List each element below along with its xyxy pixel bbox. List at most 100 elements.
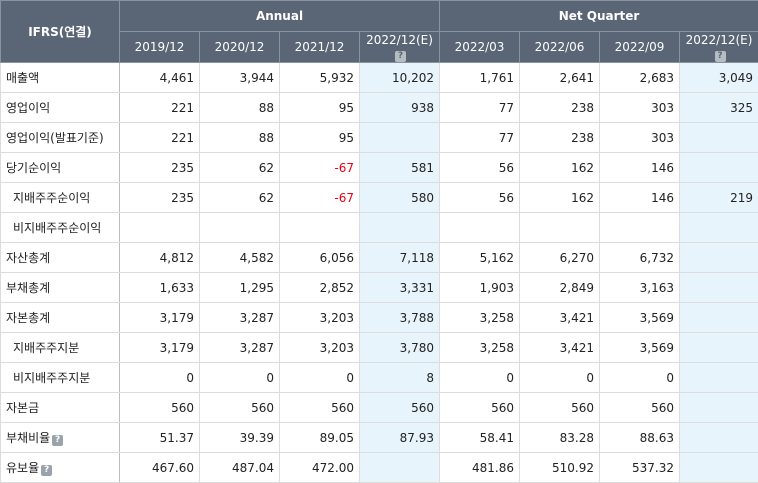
period-header: 2022/09 — [600, 32, 680, 63]
table-row: 비지배주주지분0008000 — [1, 363, 758, 393]
table-cell: 580 — [360, 183, 440, 213]
table-cell: 0 — [600, 363, 680, 393]
table-cell: 6,056 — [280, 243, 360, 273]
table-cell: 4,461 — [120, 63, 200, 93]
period-header: 2022/03 — [440, 32, 520, 63]
table-cell: 560 — [280, 393, 360, 423]
ifrs-header: IFRS(연결) — [1, 1, 120, 63]
table-cell: 62 — [200, 183, 280, 213]
table-cell: 1,761 — [440, 63, 520, 93]
table-cell: 162 — [520, 153, 600, 183]
table-cell: 221 — [120, 93, 200, 123]
table-cell: 3,780 — [360, 333, 440, 363]
table-row: 자산총계4,8124,5826,0567,1185,1626,2706,732 — [1, 243, 758, 273]
row-label: 유보율? — [1, 453, 120, 483]
table-cell: 3,421 — [520, 303, 600, 333]
table-cell: 1,633 — [120, 273, 200, 303]
table-row: 자본금560560560560560560560 — [1, 393, 758, 423]
row-label-text: 자본금 — [6, 401, 39, 415]
table-cell: 3,944 — [200, 63, 280, 93]
table-cell: 3,287 — [200, 333, 280, 363]
table-cell: 221 — [120, 123, 200, 153]
table-cell: 146 — [600, 153, 680, 183]
period-header-estimate: 2022/12(E)? — [360, 32, 440, 63]
table-cell: 8 — [360, 363, 440, 393]
table-cell — [680, 243, 758, 273]
table-cell: 5,162 — [440, 243, 520, 273]
row-label-text: 비지배주주지분 — [13, 371, 90, 385]
table-cell: 10,202 — [360, 63, 440, 93]
period-header: 2020/12 — [200, 32, 280, 63]
table-cell: 3,421 — [520, 333, 600, 363]
quarter-group-header: Net Quarter — [440, 1, 758, 32]
table-cell: 303 — [600, 123, 680, 153]
table-cell: 62 — [200, 153, 280, 183]
table-cell — [200, 213, 280, 243]
table-cell — [600, 213, 680, 243]
table-row: 유보율?467.60487.04472.00481.86510.92537.32 — [1, 453, 758, 483]
row-label: 영업이익 — [1, 93, 120, 123]
table-cell: 3,049 — [680, 63, 758, 93]
table-row: 비지배주주순이익 — [1, 213, 758, 243]
period-header: 2022/06 — [520, 32, 600, 63]
table-cell: 56 — [440, 153, 520, 183]
table-cell: 0 — [440, 363, 520, 393]
table-cell: 87.93 — [360, 423, 440, 453]
table-cell — [680, 303, 758, 333]
row-label: 비지배주주지분 — [1, 363, 120, 393]
period-header-estimate: 2022/12(E)? — [680, 32, 758, 63]
table-cell — [680, 273, 758, 303]
table-cell: 88.63 — [600, 423, 680, 453]
table-row: 당기순이익23562-6758156162146 — [1, 153, 758, 183]
table-cell: 3,179 — [120, 303, 200, 333]
table-cell — [280, 213, 360, 243]
row-label-text: 자본총계 — [6, 311, 50, 325]
row-label: 지배주주지분 — [1, 333, 120, 363]
row-label: 비지배주주순이익 — [1, 213, 120, 243]
table-cell: 303 — [600, 93, 680, 123]
table-cell: 95 — [280, 93, 360, 123]
table-cell: 3,788 — [360, 303, 440, 333]
table-row: 부채총계1,6331,2952,8523,3311,9032,8493,163 — [1, 273, 758, 303]
table-cell: 3,569 — [600, 303, 680, 333]
table-cell: 238 — [520, 123, 600, 153]
row-label: 지배주주순이익 — [1, 183, 120, 213]
question-icon[interactable]: ? — [41, 465, 52, 476]
table-cell: 162 — [520, 183, 600, 213]
row-label: 당기순이익 — [1, 153, 120, 183]
table-cell — [440, 213, 520, 243]
table-cell — [680, 363, 758, 393]
question-icon[interactable]: ? — [52, 435, 63, 446]
table-cell: 487.04 — [200, 453, 280, 483]
table-cell: 560 — [120, 393, 200, 423]
period-header: 2019/12 — [120, 32, 200, 63]
table-cell — [680, 453, 758, 483]
table-cell: 219 — [680, 183, 758, 213]
table-cell — [680, 333, 758, 363]
table-cell: 537.32 — [600, 453, 680, 483]
table-cell: 560 — [600, 393, 680, 423]
row-label: 부채총계 — [1, 273, 120, 303]
table-cell — [360, 123, 440, 153]
table-cell: 3,163 — [600, 273, 680, 303]
row-label: 자본금 — [1, 393, 120, 423]
table-row: 지배주주순이익23562-6758056162146219 — [1, 183, 758, 213]
table-cell: 89.05 — [280, 423, 360, 453]
question-icon[interactable]: ? — [715, 51, 726, 62]
table-cell: 58.41 — [440, 423, 520, 453]
table-cell: 51.37 — [120, 423, 200, 453]
row-label-text: 영업이익 — [6, 101, 50, 115]
table-cell: 2,641 — [520, 63, 600, 93]
question-icon[interactable]: ? — [395, 51, 406, 62]
table-cell: 4,812 — [120, 243, 200, 273]
table-cell — [360, 213, 440, 243]
table-cell: 0 — [280, 363, 360, 393]
table-row: 영업이익221889593877238303325 — [1, 93, 758, 123]
table-row: 부채비율?51.3739.3989.0587.9358.4183.2888.63 — [1, 423, 758, 453]
table-cell: 235 — [120, 153, 200, 183]
table-cell: 3,258 — [440, 333, 520, 363]
table-cell: -67 — [280, 183, 360, 213]
table-cell: 4,582 — [200, 243, 280, 273]
table-cell — [680, 213, 758, 243]
table-cell: 95 — [280, 123, 360, 153]
